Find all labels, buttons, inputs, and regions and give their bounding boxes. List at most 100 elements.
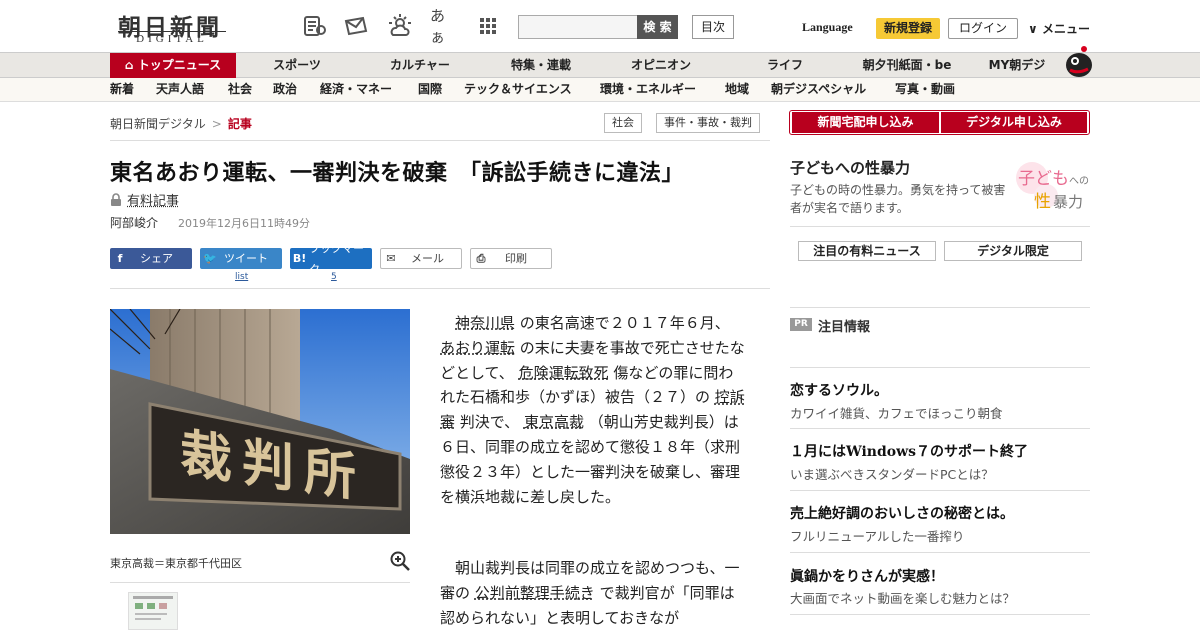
breadcrumb-home[interactable]: 朝日新聞デジタル	[110, 117, 206, 131]
article-photo[interactable]: 裁判所	[110, 309, 410, 534]
hatena-icon: B!	[292, 252, 307, 265]
font-size-icon[interactable]: あぁ	[430, 7, 458, 46]
keyword-link[interactable]: 東京高裁	[524, 413, 584, 431]
keyword-link[interactable]: 神奈川県	[455, 314, 515, 332]
keyword-link[interactable]: 危険運転致死	[519, 364, 609, 382]
nav-item-culture[interactable]: カルチャー	[380, 53, 460, 78]
search-input[interactable]	[518, 15, 638, 39]
facebook-share-button[interactable]: f シェア	[110, 248, 192, 269]
nav-item-opinion[interactable]: オピニオン	[620, 53, 702, 78]
article-paragraph-2: 朝山裁判長は同罪の成立を認めつつも、一審の 公判前整理手続き で裁判官が「同罪は…	[440, 556, 745, 630]
keyword-link[interactable]: あおり運転	[440, 339, 515, 357]
divider	[790, 490, 1090, 491]
divider	[110, 140, 770, 141]
envelope-icon: ✉	[386, 252, 396, 265]
tab-digital-only[interactable]: デジタル限定	[944, 241, 1082, 261]
register-button[interactable]: 新規登録	[876, 18, 940, 39]
paragraph-text: 判決で、	[455, 413, 524, 432]
related-thumbnail[interactable]	[128, 592, 178, 630]
subscribe-digital-button[interactable]: デジタル申し込み	[941, 112, 1087, 133]
nav-item-features[interactable]: 特集・連載	[500, 53, 582, 78]
ad-description[interactable]: いま選ぶべきスタンダードPCとは？	[790, 464, 994, 483]
nav2-item-international[interactable]: 国際	[418, 78, 442, 101]
tag-society[interactable]: 社会	[604, 113, 642, 133]
nav2-item-region[interactable]: 地域	[725, 78, 749, 101]
site-logo-sub[interactable]: DIGITAL	[118, 31, 226, 45]
tab-paid-news[interactable]: 注目の有料ニュース	[798, 241, 936, 261]
keyword-link[interactable]: 公判前整理手続き	[475, 584, 595, 602]
hatena-label: ブックマーク	[309, 241, 365, 276]
menu-button[interactable]: ∨ メニュー	[1028, 20, 1090, 37]
promo-logo-text-b: への	[1069, 176, 1089, 187]
weather-icon[interactable]	[386, 12, 414, 40]
nav-item-top-news[interactable]: ⌂ トップニュース	[110, 53, 236, 78]
nav-item-paper[interactable]: 朝夕刊紙面・be	[855, 53, 959, 78]
promo-logo-text-d: 暴力	[1053, 193, 1083, 210]
twitter-share-button[interactable]: 🐦 ツイート	[200, 248, 282, 269]
paragraph-text: の東名高速で２０１７年６月、	[515, 314, 730, 332]
primary-nav: ⌂ トップニュース スポーツ カルチャー 特集・連載 オピニオン ライフ 朝夕刊…	[0, 52, 1200, 78]
article-author[interactable]: 阿部峻介	[110, 214, 158, 231]
divider	[790, 428, 1090, 429]
chevron-down-icon: ∨	[1028, 22, 1038, 36]
promo-logo-text-c: 性	[1034, 192, 1051, 210]
tag-incidents[interactable]: 事件・事故・裁判	[656, 113, 760, 133]
nav2-item-new[interactable]: 新着	[110, 78, 134, 101]
twitter-share-label: ツイート	[224, 252, 268, 265]
divider	[790, 307, 1090, 308]
hatena-bookmark-button[interactable]: B! ブックマーク	[290, 242, 372, 276]
ad-title[interactable]: 眞鍋かをりさんが実感！	[790, 566, 944, 586]
hatena-count[interactable]: 5	[331, 272, 337, 282]
breadcrumb: 朝日新聞デジタル > 記事	[110, 115, 252, 132]
lock-icon	[111, 193, 121, 206]
grid-menu-icon[interactable]	[474, 12, 502, 40]
ad-description[interactable]: 大画面でネット動画を楽しむ魅力とは？	[790, 588, 1015, 607]
mail-share-button[interactable]: ✉ メール	[380, 248, 462, 269]
ad-description[interactable]: フルリニューアルした一番搾り	[790, 526, 964, 545]
promo-description[interactable]: 子どもの時の性暴力。勇気を持って被害者が実名で語ります。	[790, 181, 1010, 217]
paragraph-text	[440, 314, 455, 332]
menu-label: メニュー	[1041, 22, 1090, 36]
print-button[interactable]: ⎙ 印刷	[470, 248, 552, 269]
ad-title[interactable]: 恋するソウル。	[790, 380, 888, 400]
nav2-item-tech[interactable]: テック＆サイエンス	[464, 78, 572, 101]
nav2-item-environment[interactable]: 環境・エネルギー	[600, 78, 696, 101]
zoom-in-icon[interactable]	[390, 551, 410, 571]
ad-title[interactable]: １月にはWindows７のサポート終了	[790, 441, 1028, 461]
language-link[interactable]: Language	[802, 20, 853, 35]
facebook-share-label: シェア	[140, 252, 173, 265]
breadcrumb-current: 記事	[227, 117, 252, 131]
divider	[790, 614, 1090, 615]
facebook-icon: f	[117, 252, 123, 265]
promo-title[interactable]: 子どもへの性暴力	[790, 157, 910, 178]
divider	[790, 552, 1090, 553]
twitter-icon: 🐦	[203, 252, 217, 265]
login-button[interactable]: ログイン	[948, 18, 1018, 39]
divider	[790, 367, 1090, 368]
article-date: 2019年12月6日11時49分	[178, 217, 310, 230]
toc-button[interactable]: 目次	[692, 15, 734, 39]
newspaper-icon[interactable]	[300, 12, 328, 40]
search-button[interactable]: 検 索	[637, 15, 678, 39]
paid-article-label[interactable]: 有料記事	[110, 190, 179, 209]
mail-icon[interactable]	[342, 12, 370, 40]
nav2-item-economy[interactable]: 経済・マネー	[320, 78, 392, 101]
secondary-nav: 新着 天声人語 社会 政治 経済・マネー 国際 テック＆サイエンス 環境・エネル…	[0, 78, 1200, 102]
print-label: 印刷	[505, 252, 527, 265]
article-paragraph-1: 神奈川県 の東名高速で２０１７年６月、 あおり運転 の末に夫妻を事故で死亡させた…	[440, 311, 745, 509]
subscribe-newspaper-button[interactable]: 新聞宅配申し込み	[792, 112, 939, 133]
twitter-count[interactable]: list	[235, 272, 248, 282]
ad-title[interactable]: 売上絶好調のおいしさの秘密とは。	[790, 503, 1014, 523]
nav2-item-special[interactable]: 朝デジスペシャル	[771, 78, 866, 101]
promo-logo[interactable]: 子ども への 性 暴力	[1010, 160, 1095, 212]
nav-item-my-asahi[interactable]: MY朝デジ	[982, 53, 1052, 78]
ad-description[interactable]: カワイイ雑貨、カフェでほっこり朝食	[790, 403, 1003, 422]
nav2-item-tensei[interactable]: 天声人語	[156, 78, 204, 101]
nav2-item-politics[interactable]: 政治	[273, 78, 297, 101]
nav-item-life[interactable]: ライフ	[755, 53, 815, 78]
nav-item-sports[interactable]: スポーツ	[260, 53, 334, 78]
promo-logo-text-a: 子ども	[1018, 169, 1069, 189]
nav2-item-photo[interactable]: 写真・動画	[895, 78, 955, 101]
divider	[110, 288, 770, 289]
nav2-item-society[interactable]: 社会	[228, 78, 252, 101]
